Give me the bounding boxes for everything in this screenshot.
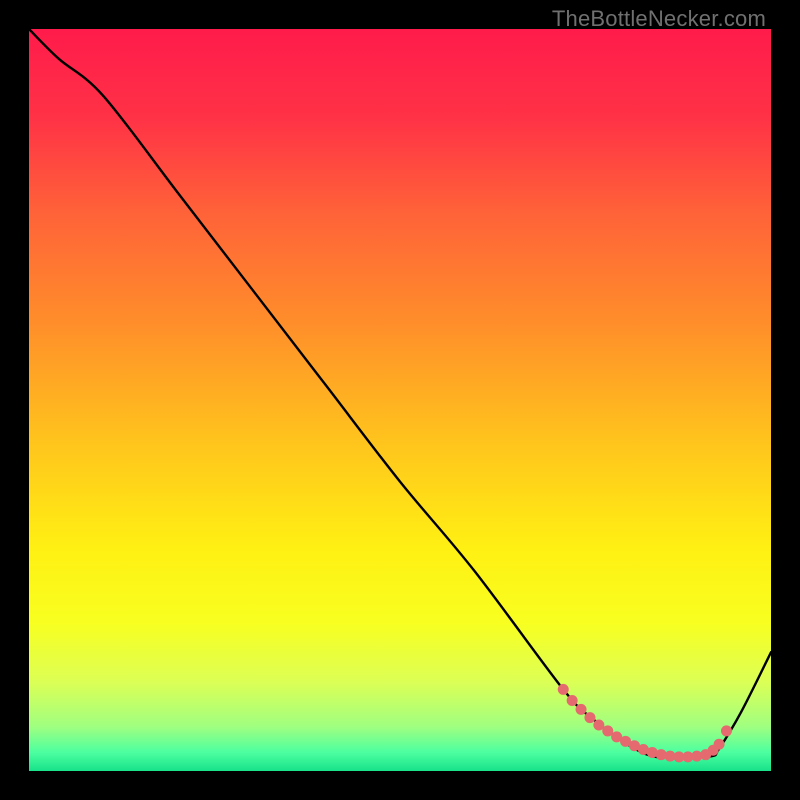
plot-area [29, 29, 771, 771]
gradient-background [29, 29, 771, 771]
chart-stage: TheBottleNecker.com [0, 0, 800, 800]
attribution-text: TheBottleNecker.com [552, 6, 766, 32]
